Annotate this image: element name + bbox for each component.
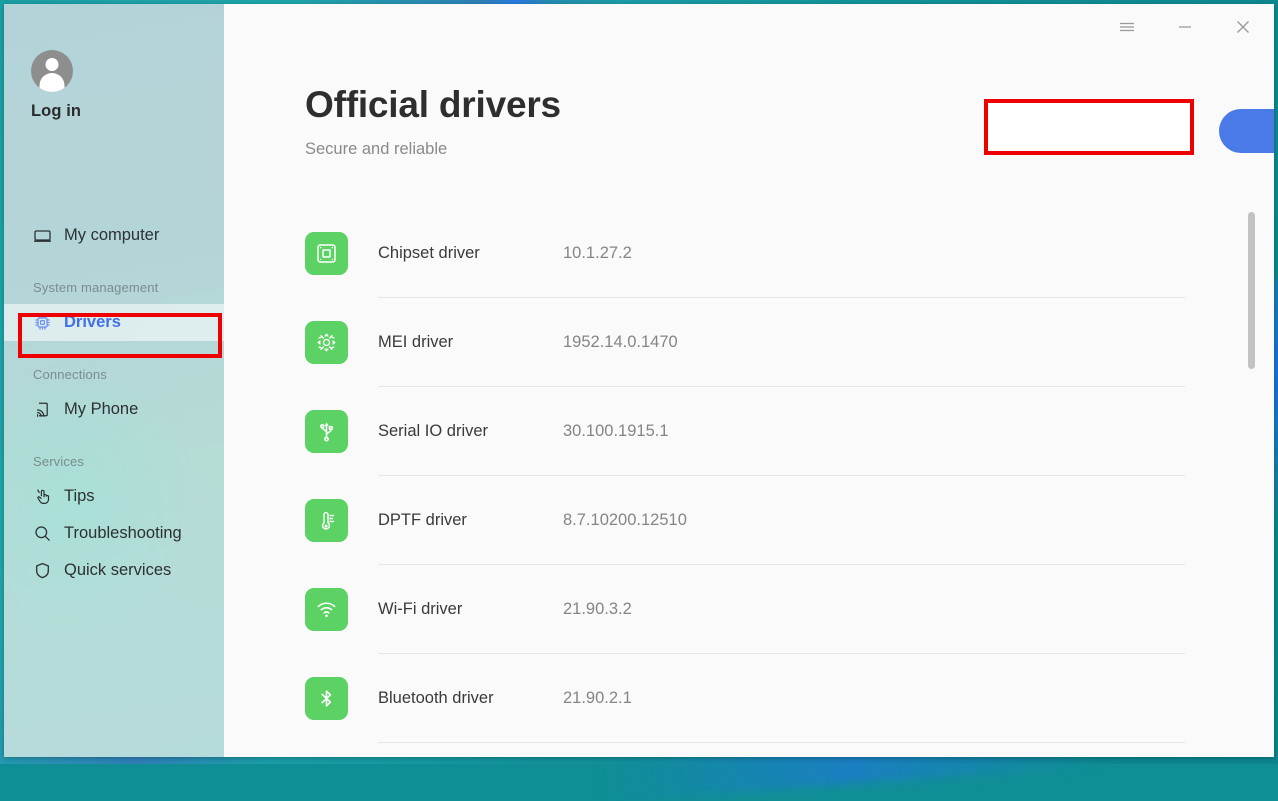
driver-version: 21.90.3.2: [563, 600, 632, 619]
sidebar-item-label: Quick services: [64, 561, 171, 580]
table-row[interactable]: Chipset driver 10.1.27.2: [305, 209, 1208, 298]
chip-icon: [33, 313, 52, 332]
driver-version: 8.7.10200.12510: [563, 511, 687, 530]
sidebar-item-my-phone[interactable]: My Phone: [4, 391, 224, 428]
chipset-icon: [305, 232, 348, 275]
usb-icon: [305, 410, 348, 453]
page-header: Official drivers Secure and reliable: [305, 86, 561, 159]
minimize-icon[interactable]: [1172, 14, 1198, 40]
check-button[interactable]: Check: [1219, 109, 1274, 153]
close-icon[interactable]: [1230, 14, 1256, 40]
sidebar: Log in My computer System management: [4, 4, 224, 757]
sidebar-item-troubleshooting[interactable]: Troubleshooting: [4, 515, 224, 552]
table-row[interactable]: Bluetooth driver 21.90.2.1: [305, 654, 1208, 743]
shield-icon: [33, 561, 52, 580]
driver-name: Chipset driver: [378, 244, 563, 263]
driver-name: MEI driver: [378, 333, 563, 352]
table-row[interactable]: DPTF driver 8.7.10200.12510: [305, 476, 1208, 565]
monitor-icon: [33, 226, 52, 245]
page-title: Official drivers: [305, 86, 561, 125]
table-row[interactable]: MEI driver 1952.14.0.1470: [305, 298, 1208, 387]
login-label: Log in: [31, 102, 224, 121]
driver-version: 1952.14.0.1470: [563, 333, 678, 352]
driver-name: Bluetooth driver: [378, 689, 563, 708]
sidebar-item-quick-services[interactable]: Quick services: [4, 552, 224, 589]
driver-name: Wi-Fi driver: [378, 600, 563, 619]
sidebar-item-label: My computer: [64, 226, 159, 245]
phone-cast-icon: [33, 400, 52, 419]
mei-radial-icon: [305, 321, 348, 364]
table-row[interactable]: Serial IO driver 30.100.1915.1: [305, 387, 1208, 476]
search-icon: [33, 524, 52, 543]
table-row[interactable]: Wi-Fi driver 21.90.3.2: [305, 565, 1208, 654]
driver-version: 30.100.1915.1: [563, 422, 669, 441]
sidebar-item-label: Tips: [64, 487, 95, 506]
driver-name: DPTF driver: [378, 511, 563, 530]
driver-list: Chipset driver 10.1.27.2: [305, 209, 1208, 757]
hamburger-menu-icon[interactable]: [1114, 14, 1140, 40]
row-divider: [378, 742, 1185, 743]
sidebar-item-label: My Phone: [64, 400, 138, 419]
sidebar-section-system-management: System management: [4, 280, 224, 295]
avatar-head: [46, 58, 59, 71]
sidebar-item-tips[interactable]: Tips: [4, 478, 224, 515]
sidebar-item-my-computer[interactable]: My computer: [4, 217, 224, 254]
sidebar-section-services: Services: [4, 454, 224, 469]
wifi-icon: [305, 588, 348, 631]
user-avatar-icon: [31, 50, 73, 92]
driver-name: Serial IO driver: [378, 422, 563, 441]
avatar-body: [40, 73, 65, 92]
hand-tap-icon: [33, 487, 52, 506]
account-login-block[interactable]: Log in: [4, 4, 224, 121]
sidebar-item-drivers[interactable]: Drivers: [4, 304, 224, 341]
scrollbar[interactable]: [1248, 209, 1255, 747]
sidebar-section-connections: Connections: [4, 367, 224, 382]
sidebar-item-label: Drivers: [64, 313, 121, 332]
scrollbar-thumb[interactable]: [1248, 212, 1255, 369]
window-controls: [1114, 14, 1256, 40]
page-subtitle: Secure and reliable: [305, 140, 561, 159]
main-content: Official drivers Secure and reliable Che…: [224, 4, 1274, 757]
sidebar-item-label: Troubleshooting: [64, 524, 182, 543]
thermometer-icon: [305, 499, 348, 542]
driver-version: 10.1.27.2: [563, 244, 632, 263]
driver-version: 21.90.2.1: [563, 689, 632, 708]
bluetooth-icon: [305, 677, 348, 720]
application-window: Log in My computer System management: [4, 4, 1274, 757]
